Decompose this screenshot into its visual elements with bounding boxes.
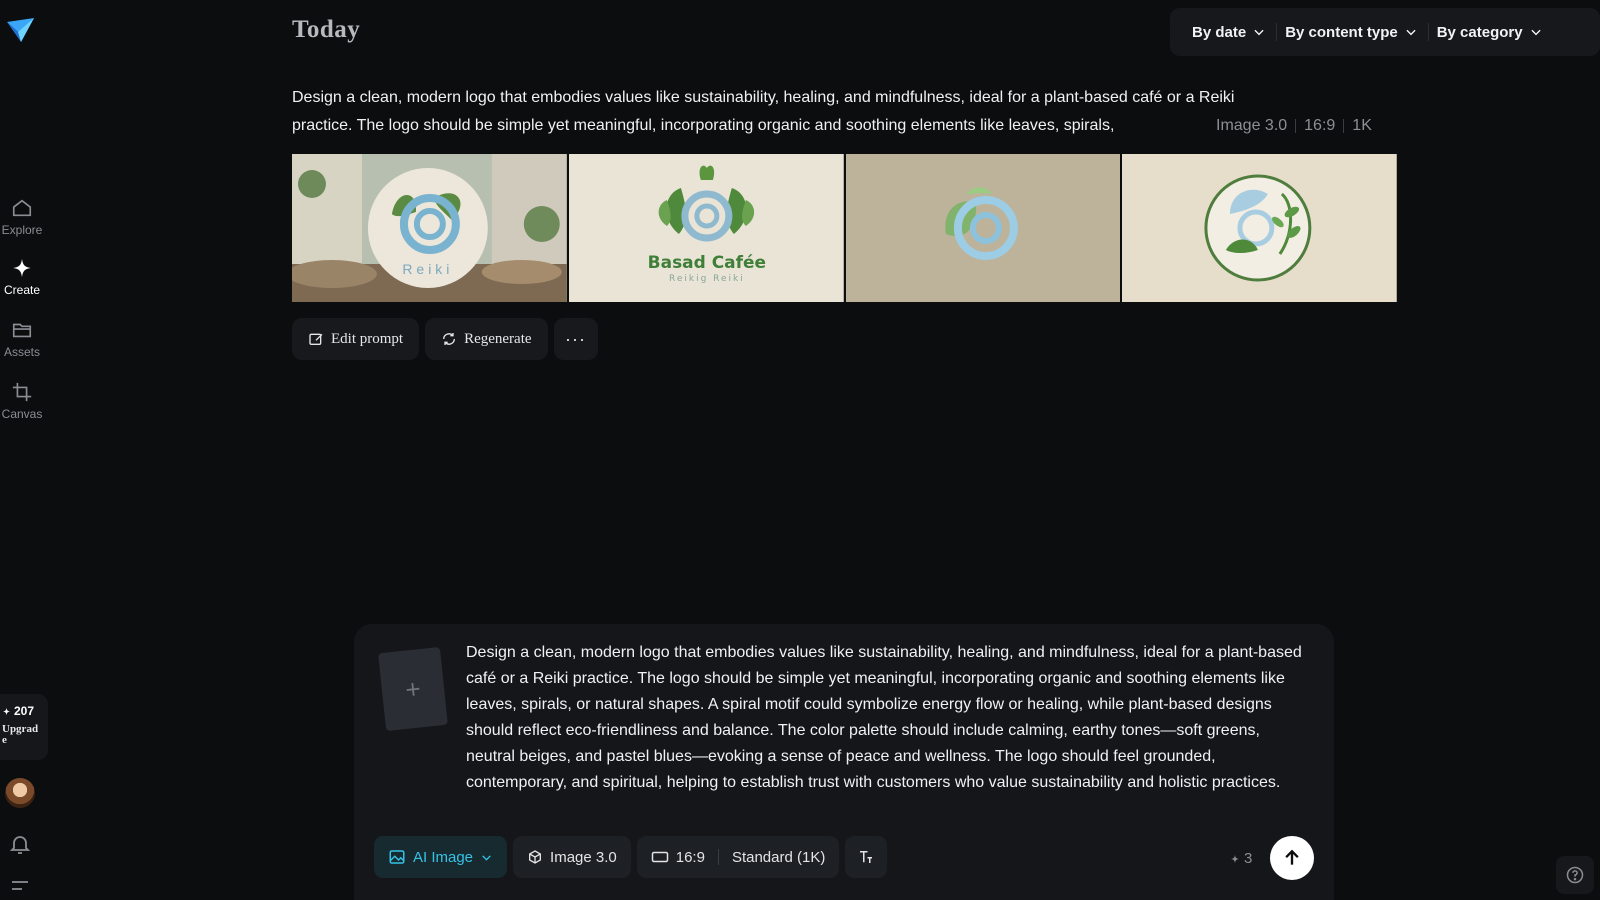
composer-toolbar: AI Image Image 3.0 16:9 Standard (1K): [374, 836, 888, 878]
credits-upgrade-card[interactable]: 207 Upgrade: [0, 694, 48, 760]
credits-count: 207: [2, 704, 46, 718]
more-options-button[interactable]: ···: [553, 318, 598, 360]
generated-image[interactable]: [845, 154, 1121, 302]
sidebar-item-create[interactable]: Create: [0, 256, 44, 297]
edit-icon: [309, 333, 323, 345]
ratio-quality-select[interactable]: 16:9 Standard (1K): [636, 836, 840, 878]
chevron-down-icon: [1254, 29, 1264, 36]
generated-images-grid: Reiki Basad Cafée Reikig Reiki: [292, 154, 1397, 302]
sidebar: Explore Create Assets Canvas 207 Upgrade: [0, 0, 50, 900]
sidebar-item-label: Assets: [3, 345, 40, 359]
sparkle-icon: [10, 256, 34, 280]
image-subcaption: Reikig Reiki: [669, 274, 745, 284]
prompt-line-text: practice. The logo should be simple yet …: [292, 117, 1115, 134]
send-button[interactable]: [1270, 836, 1314, 880]
filter-by-category[interactable]: By category: [1429, 24, 1553, 41]
regenerate-button[interactable]: Regenerate: [425, 318, 548, 360]
chevron-down-icon: [482, 854, 491, 861]
prompt-composer: + Design a clean, modern logo that embod…: [354, 624, 1334, 900]
generated-image[interactable]: Reiki: [292, 154, 567, 302]
generation-actions: Edit prompt Regenerate ···: [292, 318, 598, 360]
resolution-label: 1K: [1352, 117, 1372, 134]
arrow-up-icon: [1285, 849, 1299, 865]
chevron-down-icon: [1406, 29, 1416, 36]
sidebar-item-assets[interactable]: Assets: [0, 318, 44, 359]
help-icon: [1566, 866, 1584, 884]
generation-prompt: Design a clean, modern logo that embodie…: [292, 84, 1402, 140]
filter-bar: By date By content type By category: [1170, 8, 1600, 56]
prompt-line: practice. The logo should be simple yet …: [292, 112, 1402, 140]
model-select[interactable]: Image 3.0: [513, 836, 631, 878]
filter-by-date[interactable]: By date: [1184, 24, 1276, 41]
sidebar-item-explore[interactable]: Explore: [0, 196, 44, 237]
generated-image[interactable]: [1122, 154, 1397, 302]
credit-cost: 3: [1230, 850, 1252, 867]
menu-icon[interactable]: [10, 880, 30, 892]
divider: [1343, 119, 1345, 133]
cube-icon: [529, 850, 542, 864]
model-label: Image 3.0: [1216, 117, 1288, 134]
sidebar-item-label: Explore: [1, 223, 43, 237]
page-title: Today: [292, 16, 361, 43]
sparkle-icon: [1230, 854, 1240, 863]
sparkle-icon: [2, 707, 11, 715]
prompt-input[interactable]: Design a clean, modern logo that embodie…: [466, 640, 1306, 796]
prompt-line: Design a clean, modern logo that embodie…: [292, 89, 1235, 106]
chevron-down-icon: [1530, 29, 1541, 36]
edit-prompt-button[interactable]: Edit prompt: [292, 318, 420, 360]
filter-by-content-type[interactable]: By content type: [1277, 24, 1428, 41]
refresh-icon: [443, 333, 456, 345]
bell-icon[interactable]: [8, 832, 32, 856]
mode-select[interactable]: AI Image: [374, 836, 508, 878]
home-icon: [10, 196, 34, 220]
generation-meta: Image 3.0 16:9 1K: [1216, 112, 1372, 140]
image-icon: [389, 850, 405, 864]
paper-plane-logo-icon[interactable]: [4, 14, 36, 46]
image-caption: Reiki: [402, 261, 453, 277]
text-format-button[interactable]: [845, 836, 888, 878]
add-reference-image-button[interactable]: +: [378, 646, 448, 732]
sidebar-item-label: Create: [3, 283, 41, 297]
upgrade-button[interactable]: Upgrade: [2, 724, 42, 746]
divider: [717, 849, 719, 865]
divider: [1295, 119, 1297, 133]
ratio-label: 16:9: [1304, 117, 1336, 134]
text-icon: [860, 851, 873, 863]
image-caption: Basad Cafée: [647, 253, 765, 273]
avatar[interactable]: [5, 778, 35, 808]
aspect-ratio-icon: [651, 851, 668, 863]
sidebar-item-label: Canvas: [1, 407, 43, 421]
sidebar-item-canvas[interactable]: Canvas: [0, 380, 44, 421]
folder-icon: [10, 318, 34, 342]
help-button[interactable]: [1556, 856, 1594, 894]
generated-image[interactable]: Basad Cafée Reikig Reiki: [568, 154, 844, 302]
crop-icon: [10, 380, 34, 404]
